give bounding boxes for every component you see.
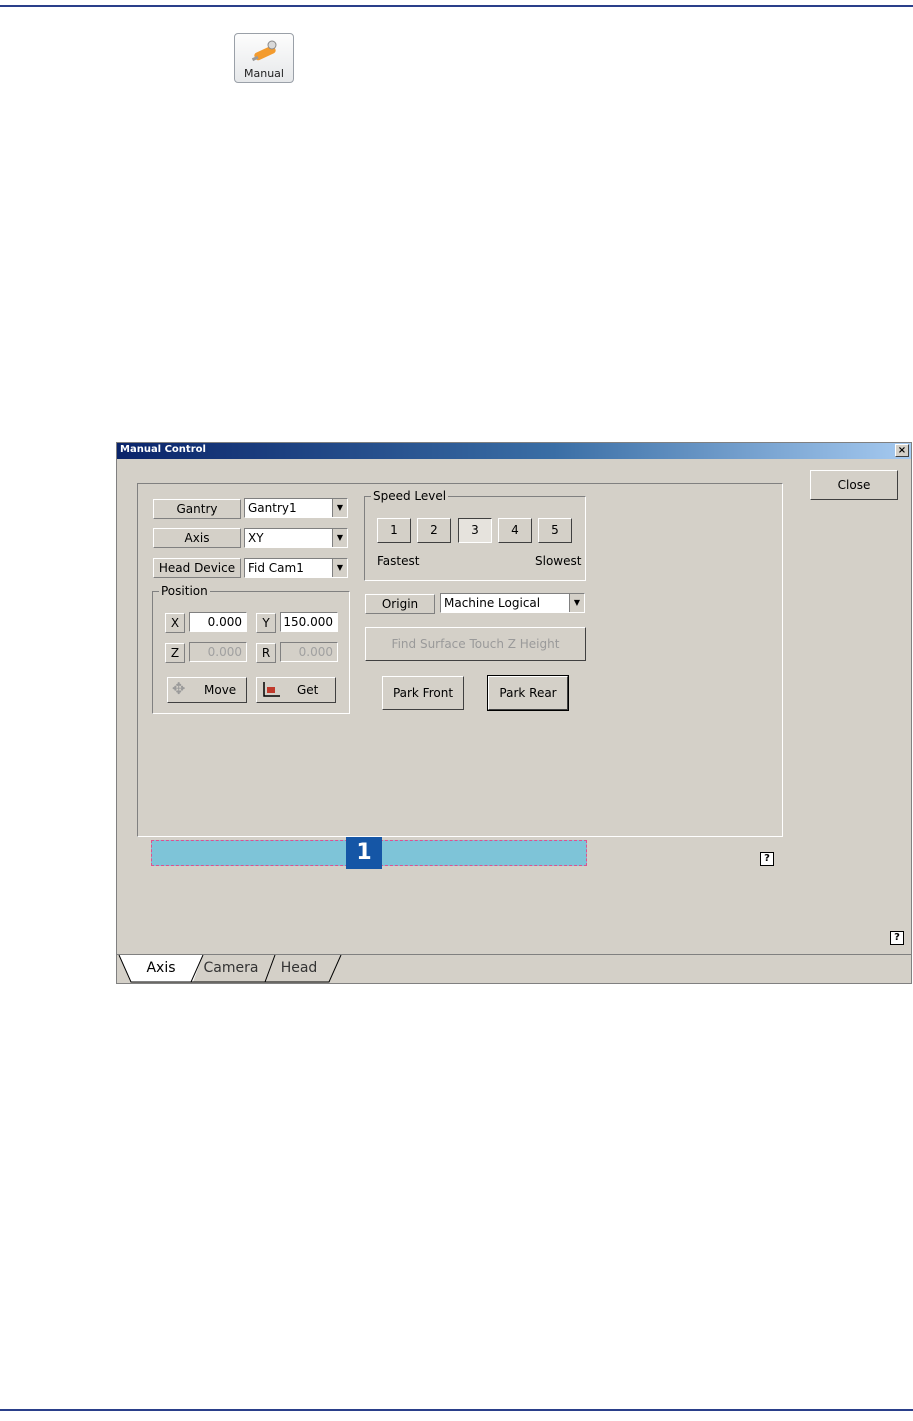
speed-level-legend: Speed Level — [373, 489, 447, 503]
dialog-title: Manual Control — [120, 444, 206, 455]
park-rear-button[interactable]: Park Rear — [487, 675, 569, 711]
title-bar: Manual Control × — [117, 443, 911, 459]
manual-label: Manual — [244, 67, 284, 80]
speed-4-button[interactable]: 4 — [498, 518, 532, 543]
z-field: 0.000 — [189, 642, 247, 662]
move-button[interactable]: ✥ Move — [167, 677, 247, 703]
origin-label: Origin — [365, 594, 435, 614]
z-label: Z — [165, 643, 185, 663]
manual-control-dialog: Manual Control × Close Gantry Gantry1 ▼ … — [116, 442, 912, 984]
y-label: Y — [256, 613, 276, 633]
speed-2-button[interactable]: 2 — [417, 518, 451, 543]
header-rule — [0, 5, 913, 7]
callout-badge: 1 — [346, 837, 382, 869]
speed-1-button[interactable]: 1 — [377, 518, 411, 543]
chevron-down-icon[interactable]: ▼ — [332, 529, 347, 547]
tab-camera[interactable]: Camera — [199, 955, 263, 982]
gantry-label: Gantry — [153, 499, 241, 519]
help-icon[interactable]: ? — [890, 931, 904, 945]
axis-panel: Gantry Gantry1 ▼ Axis XY ▼ Head Device F… — [137, 483, 783, 869]
get-button[interactable]: Get — [256, 677, 336, 703]
head-device-value: Fid Cam1 — [248, 561, 304, 575]
x-field[interactable]: 0.000 — [189, 612, 247, 632]
speed-5-button[interactable]: 5 — [538, 518, 572, 543]
chevron-down-icon[interactable]: ▼ — [569, 594, 584, 612]
gantry-select[interactable]: Gantry1 ▼ — [244, 498, 348, 518]
axis-value: XY — [248, 531, 264, 545]
footer-rule — [0, 1409, 913, 1411]
chevron-down-icon[interactable]: ▼ — [332, 499, 347, 517]
gantry-value: Gantry1 — [248, 501, 297, 515]
tab-axis[interactable]: Axis — [131, 955, 191, 982]
help-icon[interactable]: ? — [760, 852, 774, 866]
status-bar: 1 — [151, 837, 587, 869]
tab-strip: Axis Camera Head — [117, 954, 911, 983]
move-label: Move — [204, 683, 237, 697]
head-device-select[interactable]: Fid Cam1 ▼ — [244, 558, 348, 578]
move-icon: ✥ — [172, 679, 186, 698]
find-surface-button: Find Surface Touch Z Height — [365, 627, 586, 661]
r-field: 0.000 — [280, 642, 338, 662]
y-field[interactable]: 150.000 — [280, 612, 338, 632]
r-label: R — [256, 643, 276, 663]
fastest-label: Fastest — [377, 554, 420, 568]
manual-toolbar-button[interactable]: Manual — [234, 33, 294, 83]
chevron-down-icon[interactable]: ▼ — [332, 559, 347, 577]
tab-head[interactable]: Head — [269, 955, 329, 982]
close-icon[interactable]: × — [895, 444, 909, 457]
origin-value: Machine Logical — [444, 596, 541, 610]
slowest-label: Slowest — [535, 554, 582, 568]
origin-select[interactable]: Machine Logical ▼ — [440, 593, 585, 613]
close-button[interactable]: Close — [810, 470, 898, 500]
position-legend: Position — [161, 584, 208, 598]
axis-select[interactable]: XY ▼ — [244, 528, 348, 548]
x-label: X — [165, 613, 185, 633]
get-label: Get — [297, 683, 319, 697]
axis-label: Axis — [153, 528, 241, 548]
head-device-label: Head Device — [153, 558, 241, 578]
park-front-button[interactable]: Park Front — [382, 676, 464, 710]
speed-3-button[interactable]: 3 — [458, 518, 492, 543]
manual-icon — [251, 40, 277, 62]
get-position-icon — [263, 682, 280, 697]
